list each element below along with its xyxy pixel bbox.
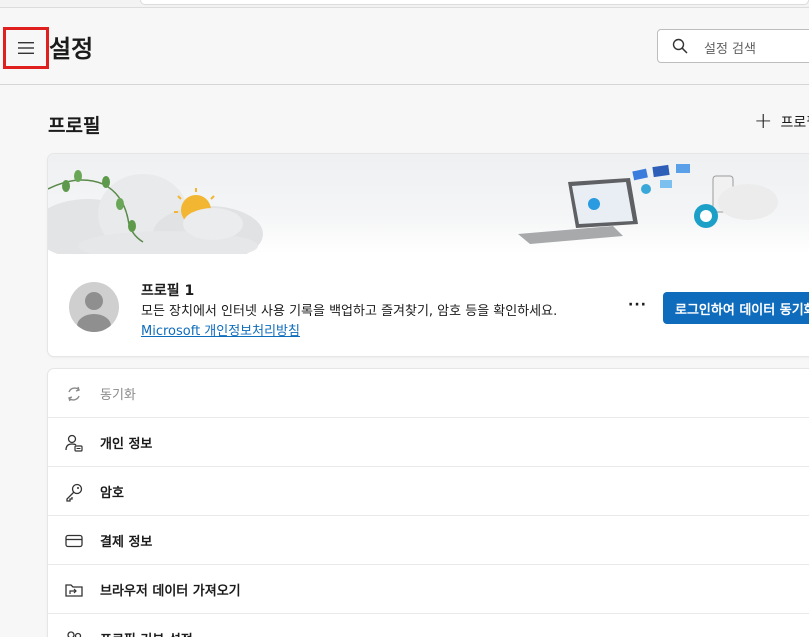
profile-description: 모든 장치에서 인터넷 사용 기록을 백업하고 즐겨찾기, 암호 등을 확인하세…	[141, 302, 601, 342]
import-folder-icon	[65, 584, 83, 597]
profiles-section-title: 프로필	[48, 115, 101, 137]
hamburger-menu-icon	[18, 42, 34, 54]
profile-card: 프로필 1 모든 장치에서 인터넷 사용 기록을 백업하고 즐겨찾기, 암호 등…	[48, 154, 809, 356]
key-icon	[66, 483, 83, 502]
profile-settings-list: 동기화 개인 정보 암호 결제 정보 브라우저 데이터 가져오기	[48, 369, 809, 637]
sync-icon	[68, 386, 80, 402]
profile-banner-illustration	[48, 154, 809, 262]
more-options-button[interactable]: ···	[628, 297, 647, 313]
list-item-label: 개인 정보	[100, 437, 153, 452]
profile-description-text: 모든 장치에서 인터넷 사용 기록을 백업하고 즐겨찾기, 암호 등을 확인하세…	[141, 304, 558, 319]
signin-sync-button[interactable]: 로그인하여 데이터 동기화	[663, 292, 809, 324]
personal-info-icon	[65, 434, 83, 452]
list-item-profile-preferences[interactable]: 프로필 기본 설정	[48, 614, 809, 637]
profile-preferences-icon	[67, 631, 82, 637]
privacy-policy-link[interactable]: Microsoft 개인정보처리방침	[141, 324, 300, 339]
search-placeholder: 설정 검색	[704, 42, 756, 57]
add-profile-button[interactable]: + 프로필 추가	[754, 109, 809, 134]
list-item-label: 동기화	[100, 388, 136, 403]
list-item-label: 브라우저 데이터 가져오기	[100, 584, 241, 599]
search-input[interactable]: 설정 검색	[657, 29, 809, 63]
plus-icon: +	[754, 109, 773, 134]
list-item-label: 결제 정보	[100, 535, 153, 550]
list-item-payment-info[interactable]: 결제 정보	[48, 516, 809, 565]
browser-tab-strip	[0, 0, 809, 8]
list-item-passwords[interactable]: 암호	[48, 467, 809, 516]
settings-header: 설정 설정 검색	[0, 9, 809, 85]
avatar[interactable]	[69, 282, 119, 332]
search-icon	[672, 38, 688, 54]
menu-button[interactable]	[3, 27, 49, 69]
profile-name: 프로필 1	[141, 283, 195, 299]
list-item-import-data[interactable]: 브라우저 데이터 가져오기	[48, 565, 809, 614]
page-title: 설정	[49, 35, 94, 63]
credit-card-icon	[65, 534, 83, 548]
list-item-label: 프로필 기본 설정	[100, 629, 193, 637]
add-profile-label: 프로필 추가	[780, 115, 809, 131]
active-tab-edge	[140, 0, 809, 5]
list-item-personal-info[interactable]: 개인 정보	[48, 418, 809, 467]
person-icon	[77, 292, 111, 332]
list-item-label: 암호	[100, 486, 124, 501]
list-item-sync[interactable]: 동기화	[48, 369, 809, 418]
